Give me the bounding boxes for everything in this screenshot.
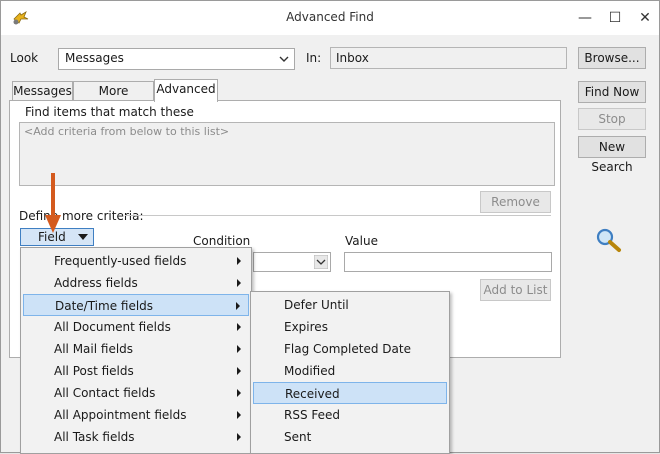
menu-item-label: All Post fields xyxy=(54,364,134,378)
submenu-arrow-icon xyxy=(237,345,241,353)
submenu-item-received[interactable]: Received xyxy=(253,382,447,404)
look-select[interactable]: Messages xyxy=(58,48,295,70)
condition-label: Condition xyxy=(193,234,251,248)
annotation-arrow-icon xyxy=(45,173,61,233)
criteria-list[interactable]: <Add criteria from below to this list> xyxy=(19,122,555,186)
in-folder-field: Inbox xyxy=(330,47,567,69)
close-icon[interactable]: ✕ xyxy=(631,5,659,31)
menu-item-label: All Mail fields xyxy=(54,342,134,356)
maximize-icon[interactable]: ☐ xyxy=(601,5,629,31)
submenu-arrow-icon xyxy=(237,433,241,441)
menu-item-label: All Document fields xyxy=(54,320,171,334)
advanced-find-dialog: Advanced Find — ☐ ✕ Look Messages In: In… xyxy=(0,0,660,454)
menu-item-address-fields[interactable]: Address fields xyxy=(23,272,249,294)
in-label: In: xyxy=(306,51,322,65)
chevron-down-icon xyxy=(314,255,328,269)
menu-item-label: All Contact fields xyxy=(54,386,156,400)
submenu-arrow-icon xyxy=(237,257,241,265)
menu-item-all-mail-fields[interactable]: All Mail fields xyxy=(23,338,249,360)
tab-messages[interactable]: Messages xyxy=(12,81,73,101)
minimize-icon[interactable]: — xyxy=(571,5,599,31)
find-now-button[interactable]: Find Now xyxy=(578,81,646,103)
browse-button[interactable]: Browse... xyxy=(578,47,646,69)
submenu-arrow-icon xyxy=(237,389,241,397)
datetime-submenu: Defer Until Expires Flag Completed Date … xyxy=(250,291,450,454)
menu-item-label: Address fields xyxy=(54,276,138,290)
submenu-arrow-icon xyxy=(236,302,240,310)
field-menu: Frequently-used fields Address fields Da… xyxy=(20,247,252,454)
value-input[interactable] xyxy=(344,252,552,272)
submenu-item-rss-feed[interactable]: RSS Feed xyxy=(253,404,447,426)
submenu-arrow-icon xyxy=(237,323,241,331)
submenu-arrow-icon xyxy=(237,411,241,419)
tab-advanced[interactable]: Advanced xyxy=(154,79,218,102)
magnifier-icon xyxy=(596,228,621,252)
submenu-arrow-icon xyxy=(237,367,241,375)
submenu-item-sent[interactable]: Sent xyxy=(253,426,447,448)
submenu-item-defer-until[interactable]: Defer Until xyxy=(253,294,447,316)
add-to-list-button[interactable]: Add to List xyxy=(480,279,551,301)
criteria-placeholder: <Add criteria from below to this list> xyxy=(24,125,230,138)
divider xyxy=(125,215,551,216)
menu-item-datetime-fields[interactable]: Date/Time fields xyxy=(23,294,249,316)
submenu-arrow-icon xyxy=(237,279,241,287)
submenu-item-expires[interactable]: Expires xyxy=(253,316,447,338)
menu-item-all-post-fields[interactable]: All Post fields xyxy=(23,360,249,382)
value-label: Value xyxy=(345,234,378,248)
window-title: Advanced Find xyxy=(286,10,374,24)
menu-item-all-appointment-fields[interactable]: All Appointment fields xyxy=(23,404,249,426)
define-criteria-label: Define more criteria: xyxy=(19,209,144,223)
new-search-button[interactable]: New Search xyxy=(578,136,646,174)
condition-select[interactable] xyxy=(253,252,331,272)
look-label: Look xyxy=(10,51,39,65)
menu-item-all-document-fields[interactable]: All Document fields xyxy=(23,316,249,338)
find-items-label: Find items that match these xyxy=(25,105,194,119)
menu-item-all-task-fields[interactable]: All Task fields xyxy=(23,426,249,448)
menu-item-label: All Task fields xyxy=(54,430,135,444)
title-bar[interactable]: Advanced Find — ☐ ✕ xyxy=(1,1,659,35)
menu-item-frequently-used-fields[interactable]: Frequently-used fields xyxy=(23,250,249,272)
triangle-down-icon xyxy=(78,234,88,240)
menu-item-label: Date/Time fields xyxy=(55,299,154,313)
tab-more-choices[interactable]: More Choices xyxy=(73,81,154,117)
remove-button[interactable]: Remove xyxy=(480,191,551,213)
chevron-down-icon xyxy=(279,56,289,62)
menu-item-label: Frequently-used fields xyxy=(54,254,187,268)
submenu-item-flag-completed-date[interactable]: Flag Completed Date xyxy=(253,338,447,360)
menu-item-all-contact-fields[interactable]: All Contact fields xyxy=(23,382,249,404)
stop-button[interactable]: Stop xyxy=(578,108,646,130)
menu-item-label: All Appointment fields xyxy=(54,408,187,422)
submenu-item-modified[interactable]: Modified xyxy=(253,360,447,382)
look-select-value: Messages xyxy=(65,51,124,65)
